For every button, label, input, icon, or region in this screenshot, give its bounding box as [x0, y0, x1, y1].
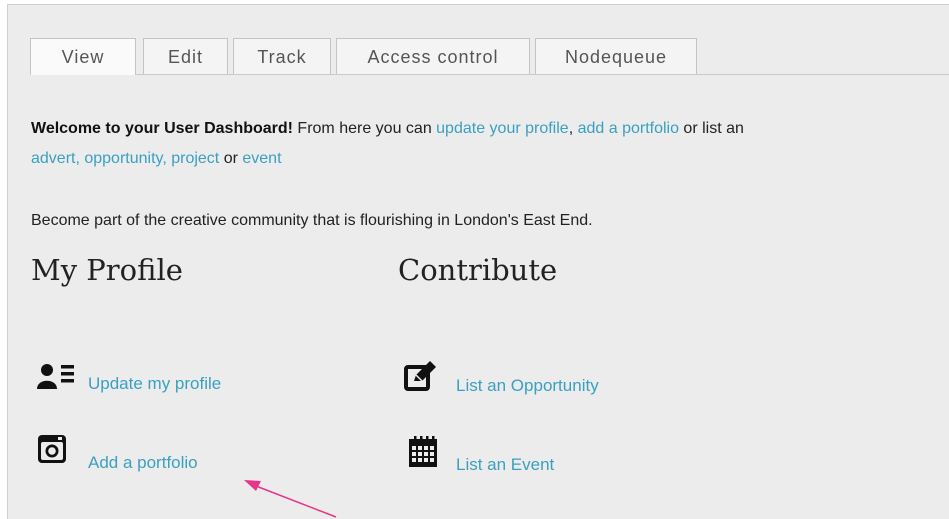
add-portfolio-link[interactable]: add a portfolio — [578, 120, 679, 137]
list-advert-link[interactable]: advert, opportunity, project — [31, 150, 219, 167]
welcome-text: , — [568, 120, 578, 137]
tab-view[interactable]: View — [30, 38, 136, 75]
welcome-text: or — [219, 150, 243, 167]
edit-icon[interactable] — [404, 361, 436, 398]
tab-access-control[interactable]: Access control — [336, 38, 530, 74]
instagram-icon[interactable] — [37, 434, 67, 469]
welcome-text: or list an — [678, 120, 744, 137]
list-an-event-link[interactable]: List an Event — [456, 455, 554, 475]
tab-bar: View Edit Track Access control Nodequeue — [30, 38, 949, 75]
tab-nodequeue[interactable]: Nodequeue — [535, 38, 697, 74]
community-text: Become part of the creative community th… — [31, 212, 593, 229]
welcome-text: From here you can — [292, 120, 437, 137]
welcome-message: Welcome to your User Dashboard! From her… — [31, 114, 936, 174]
tab-edit[interactable]: Edit — [143, 38, 228, 74]
contribute-heading: Contribute — [398, 253, 558, 287]
add-a-portfolio-link[interactable]: Add a portfolio — [88, 453, 198, 473]
update-profile-link[interactable]: update your profile — [436, 120, 569, 137]
update-my-profile-link[interactable]: Update my profile — [88, 374, 221, 394]
my-profile-heading: My Profile — [31, 253, 183, 287]
calendar-icon[interactable] — [408, 436, 438, 473]
list-event-link[interactable]: event — [242, 150, 281, 167]
user-list-icon[interactable] — [37, 363, 79, 394]
list-an-opportunity-link[interactable]: List an Opportunity — [456, 376, 599, 396]
welcome-title: Welcome to your User Dashboard! — [31, 120, 293, 137]
tab-track[interactable]: Track — [233, 38, 331, 74]
